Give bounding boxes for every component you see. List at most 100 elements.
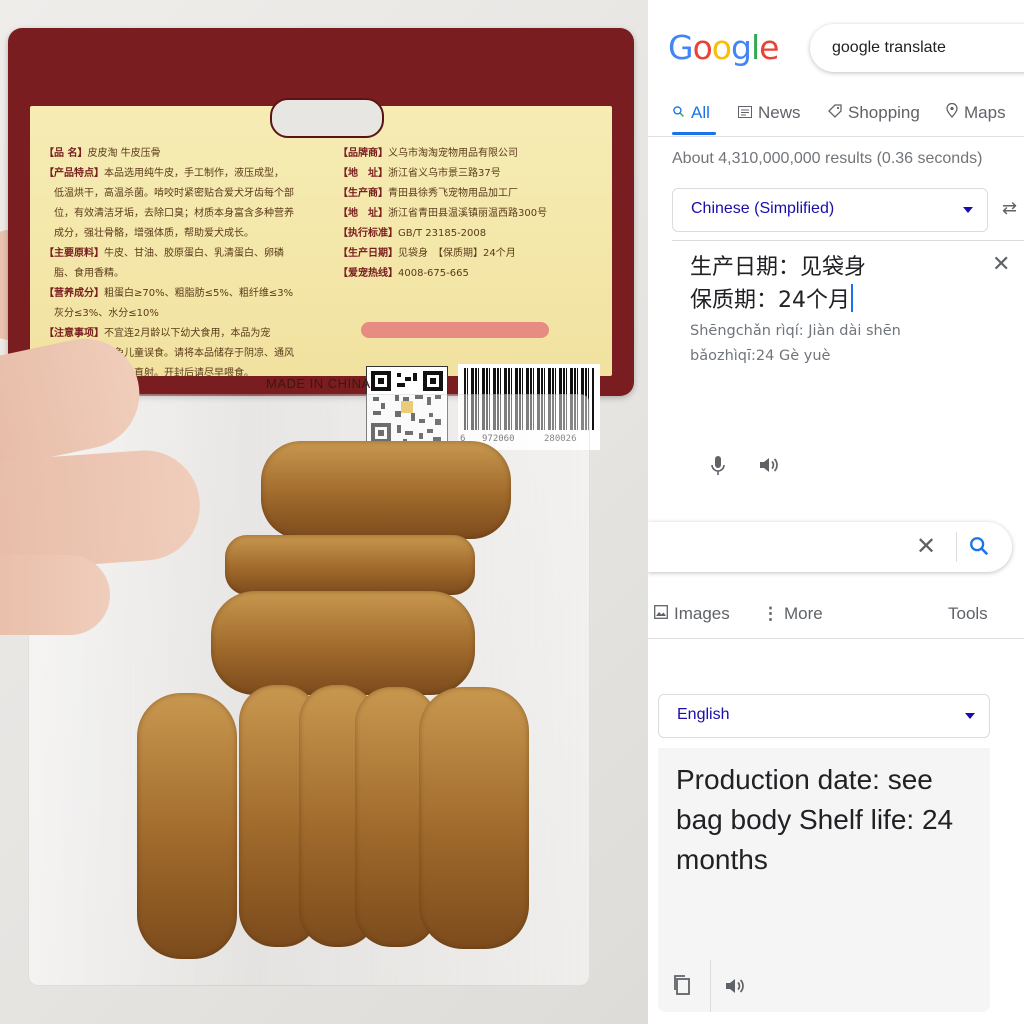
label-line: 脂、食用香精。 <box>44 264 124 283</box>
label-key: 【地 址】 <box>338 168 388 179</box>
label-key: 【产品特点】 <box>44 168 104 179</box>
search-icon[interactable] <box>968 535 990 562</box>
label-line: 【地 址】浙江省青田县温溪镇丽温西路300号 <box>338 204 547 223</box>
microphone-icon[interactable] <box>710 455 726 482</box>
google-search-panel: Google google translate All News Shoppin… <box>648 0 1024 1024</box>
active-tab-indicator <box>672 132 716 135</box>
tab-more-label: More <box>784 604 823 623</box>
made-in-label: MADE IN CHINA <box>266 376 371 391</box>
source-text[interactable]: 生产日期：见袋身 保质期：24个月 <box>690 251 960 317</box>
label-key: 【爱宠热线】 <box>338 268 398 279</box>
transliteration-line: Shēngchǎn rìqí: Jiàn dài shēn <box>690 323 901 339</box>
label-line: 灰分≤3%、水分≤10% <box>44 304 159 323</box>
tab-news-label: News <box>758 103 801 122</box>
tab-shopping[interactable]: Shopping <box>828 100 920 126</box>
label-line: 【营养成分】粗蛋白≥70%、粗脂肪≤5%、粗纤维≤3% <box>44 284 293 303</box>
product-photo: 【品 名】皮皮淘 牛皮压骨【产品特点】本品选用纯牛皮，手工制作，液压成型， 低温烘… <box>0 0 648 1024</box>
label-value: 义乌市淘淘宠物用品有限公司 <box>388 148 518 159</box>
chew-bone <box>261 441 511 539</box>
result-stats: About 4,310,000,000 results (0.36 second… <box>672 150 983 167</box>
label-value: 粗蛋白≥70%、粗脂肪≤5%、粗纤维≤3% <box>104 288 294 299</box>
tag-icon <box>828 100 842 126</box>
label-value: 青田县徐秀飞宠物用品加工厂 <box>388 188 518 199</box>
label-line: 【生产日期】见袋身 【保质期】24个月 <box>338 244 516 263</box>
label-value: 浙江省义乌市景三路37号 <box>388 168 501 179</box>
chew-bone <box>211 591 475 695</box>
target-language-select[interactable]: English <box>658 694 990 738</box>
swap-languages-icon[interactable]: ⇄ <box>1002 198 1017 219</box>
transliteration-line: bǎozhìqī:24 Gè yuè <box>690 348 831 364</box>
source-language-label: Chinese (Simplified) <box>691 200 835 217</box>
label-value: 不宜连2月龄以下幼犬食用，本品为宠 <box>104 328 271 339</box>
source-language-select[interactable]: Chinese (Simplified) <box>672 188 988 232</box>
sticky-search-bar[interactable]: ✕ <box>648 522 1012 572</box>
tab-more[interactable]: ⋮ More <box>762 604 823 624</box>
tab-tools[interactable]: Tools <box>948 604 988 624</box>
chevron-down-icon <box>965 713 975 719</box>
tab-images[interactable]: Images <box>654 604 730 624</box>
text-cursor <box>851 284 853 312</box>
speaker-icon[interactable] <box>724 976 746 1001</box>
label-line: 位，有效清洁牙垢，去除口臭；材质本身富含多种营养 <box>44 204 294 223</box>
package-label: 【品 名】皮皮淘 牛皮压骨【产品特点】本品选用纯牛皮，手工制作，液压成型， 低温烘… <box>30 106 612 450</box>
tab-images-label: Images <box>674 604 730 623</box>
label-key: 【生产商】 <box>338 188 388 199</box>
label-line: 【主要原料】牛皮、甘油、胶原蛋白、乳清蛋白、卵磷 <box>44 244 284 263</box>
speaker-icon[interactable] <box>758 455 780 480</box>
copy-icon[interactable] <box>672 974 692 1001</box>
chevron-down-icon <box>963 207 973 213</box>
fingers <box>0 555 110 635</box>
tab-news[interactable]: News <box>738 100 801 126</box>
logo-letter: o <box>692 28 713 67</box>
image-icon <box>654 604 668 624</box>
close-icon[interactable]: ✕ <box>916 532 936 561</box>
label-value: 低温烘干，高温杀菌。啃咬时紧密贴合爱犬牙齿每个部 <box>54 188 294 199</box>
search-icon <box>672 100 685 126</box>
label-value: 牛皮、甘油、胶原蛋白、乳清蛋白、卵磷 <box>104 248 284 259</box>
label-line: 【产品特点】本品选用纯牛皮，手工制作，液压成型， <box>44 164 284 183</box>
label-key: 【品 名】 <box>44 148 88 159</box>
label-value: 位，有效清洁牙垢，去除口臭；材质本身富含多种营养 <box>54 208 294 219</box>
label-value: 皮皮淘 牛皮压骨 <box>87 148 161 159</box>
tab-all[interactable]: All <box>672 100 710 126</box>
label-key: 【营养成分】 <box>44 288 104 299</box>
hang-hole <box>270 98 384 138</box>
label-line: 成分，强壮骨骼，增强体质，帮助爱犬成长。 <box>44 224 254 243</box>
transliteration: Shēngchǎn rìqí: Jiàn dài shēn bǎozhìqī:2… <box>690 319 990 369</box>
label-line: 【生产商】青田县徐秀飞宠物用品加工厂 <box>338 184 518 203</box>
divider <box>648 136 1024 137</box>
label-key: 【地 址】 <box>338 208 388 219</box>
label-line: 【地 址】浙江省义乌市景三路37号 <box>338 164 501 183</box>
divider <box>648 638 1024 639</box>
label-key: 【生产日期】 <box>338 248 398 259</box>
tab-shopping-label: Shopping <box>848 103 920 122</box>
translation-panel: Production date: see bag body Shelf life… <box>658 748 990 1012</box>
label-key: 【注意事项】 <box>44 328 104 339</box>
news-icon <box>738 100 752 126</box>
logo-letter: l <box>750 28 760 67</box>
chew-bone <box>225 535 475 595</box>
source-text-panel[interactable]: 生产日期：见袋身 保质期：24个月 ✕ Shēngchǎn rìqí: Jiàn… <box>672 240 1024 511</box>
map-pin-icon <box>946 100 958 126</box>
label-value: 见袋身 【保质期】24个月 <box>398 248 516 259</box>
logo-letter: o <box>711 28 732 67</box>
target-language-label: English <box>677 706 730 723</box>
label-line: 【品牌商】义乌市淘淘宠物用品有限公司 <box>338 144 518 163</box>
translation-text: Production date: see bag body Shelf life… <box>676 764 954 875</box>
label-line: 低温烘干，高温杀菌。啃咬时紧密贴合爱犬牙齿每个部 <box>44 184 294 203</box>
more-vert-icon: ⋮ <box>762 604 779 623</box>
search-query[interactable]: google translate <box>832 39 946 57</box>
tab-maps[interactable]: Maps <box>946 100 1006 126</box>
label-value: 本品选用纯牛皮，手工制作，液压成型， <box>104 168 284 179</box>
source-text-line: 生产日期：见袋身 <box>690 255 867 280</box>
logo-letter: g <box>730 28 752 67</box>
search-box[interactable]: google translate <box>810 24 1024 72</box>
google-logo[interactable]: Google <box>668 28 779 67</box>
label-value: 成分，强壮骨骼，增强体质，帮助爱犬成长。 <box>54 228 254 239</box>
label-value: 浙江省青田县温溪镇丽温西路300号 <box>388 208 548 219</box>
label-value: 脂、食用香精。 <box>54 268 124 279</box>
label-line: 【执行标准】GB/T 23185-2008 <box>338 224 486 243</box>
close-icon[interactable]: ✕ <box>992 251 1010 277</box>
chew-bone <box>137 693 237 959</box>
tab-tools-label: Tools <box>948 604 988 623</box>
